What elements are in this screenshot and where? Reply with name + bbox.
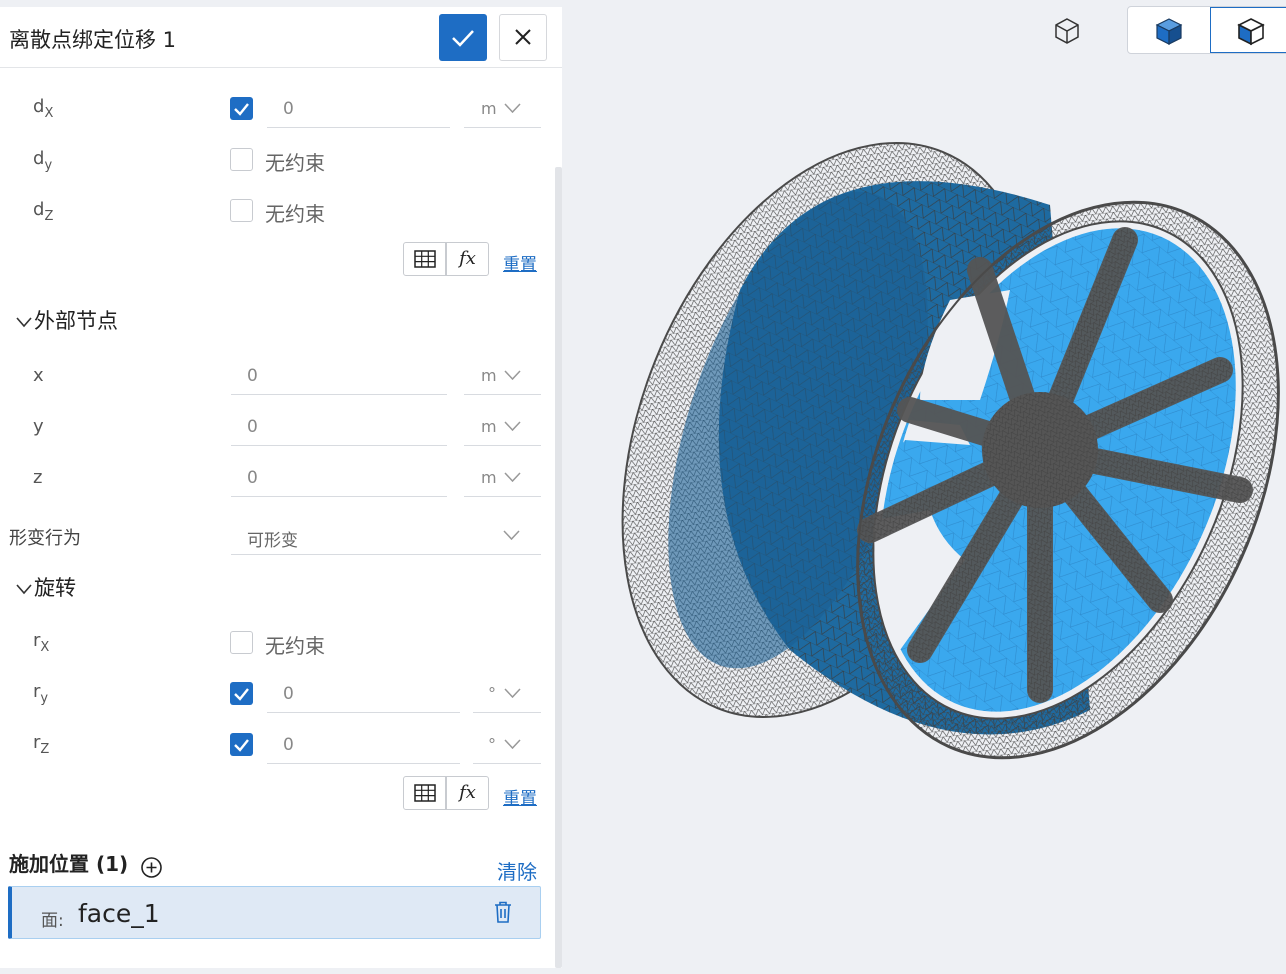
- dx-checkbox[interactable]: [230, 97, 253, 120]
- z-input[interactable]: 0: [231, 459, 447, 497]
- x-unit-select[interactable]: m: [464, 357, 541, 395]
- dx-label: dX: [33, 96, 54, 121]
- solid-view-button[interactable]: [1128, 7, 1210, 53]
- chevron-down-icon: [504, 103, 521, 114]
- chevron-down-icon: [16, 317, 32, 328]
- add-circle-icon[interactable]: [140, 856, 163, 879]
- table-button-rotation[interactable]: [403, 776, 446, 810]
- dz-label: dZ: [33, 199, 54, 224]
- dy-unconstrained-text: 无约束: [265, 151, 325, 175]
- y-unit-select[interactable]: m: [464, 408, 541, 446]
- table-button[interactable]: [403, 242, 446, 276]
- chevron-down-icon: [504, 688, 521, 699]
- confirm-button[interactable]: [439, 14, 487, 61]
- solid-cube-icon: [1155, 18, 1183, 45]
- mesh-wheel-model[interactable]: [620, 90, 1286, 760]
- dy-label: dy: [33, 148, 53, 173]
- dz-checkbox[interactable]: [230, 199, 253, 222]
- deform-select[interactable]: 可形变: [231, 517, 541, 555]
- chevron-down-icon: [16, 584, 32, 595]
- rz-label: rZ: [33, 732, 50, 757]
- check-icon: [234, 688, 249, 701]
- y-label: y: [33, 416, 44, 437]
- z-unit-select[interactable]: m: [464, 459, 541, 497]
- fx-icon: fx: [459, 782, 476, 803]
- chevron-down-icon: [504, 472, 521, 483]
- chevron-down-icon: [503, 530, 520, 541]
- item-type-label: 面:: [41, 911, 64, 931]
- solid-edges-cube-icon: [1237, 18, 1265, 46]
- chevron-down-icon: [504, 739, 521, 750]
- clear-link[interactable]: 清除: [497, 856, 537, 885]
- z-label: z: [33, 467, 43, 488]
- panel-header: 离散点绑定位移 1: [0, 7, 562, 68]
- dz-unconstrained-text: 无约束: [265, 202, 325, 226]
- check-icon: [234, 739, 249, 752]
- wireframe-view-button[interactable]: [1050, 14, 1084, 48]
- close-button[interactable]: [499, 14, 547, 61]
- trash-icon[interactable]: [490, 899, 516, 925]
- reset-link-displacement[interactable]: 重置: [503, 250, 537, 275]
- section-rotation[interactable]: 旋转: [14, 572, 76, 602]
- x-label: x: [33, 365, 44, 386]
- reset-link-rotation[interactable]: 重置: [503, 784, 537, 809]
- check-icon: [234, 103, 249, 116]
- ry-input[interactable]: 0: [267, 675, 460, 713]
- panel-scrollbar[interactable]: [555, 167, 562, 968]
- table-icon: [414, 784, 436, 802]
- solid-edges-view-button[interactable]: [1210, 7, 1286, 53]
- item-value: face_1: [78, 899, 160, 928]
- rz-unit-select[interactable]: °: [473, 726, 541, 764]
- deform-label: 形变行为: [9, 528, 81, 549]
- section-external-node[interactable]: 外部节点: [14, 305, 118, 335]
- dy-checkbox[interactable]: [230, 148, 253, 171]
- formula-button[interactable]: fx: [446, 242, 489, 276]
- x-input[interactable]: 0: [231, 357, 447, 395]
- rz-checkbox[interactable]: [230, 733, 253, 756]
- close-icon: [515, 29, 531, 45]
- check-icon: [452, 30, 474, 47]
- y-input[interactable]: 0: [231, 408, 447, 446]
- rx-checkbox[interactable]: [230, 631, 253, 654]
- rx-label: rX: [33, 630, 50, 655]
- fx-icon: fx: [459, 248, 476, 269]
- chevron-down-icon: [504, 421, 521, 432]
- dx-unit-select[interactable]: m: [464, 90, 541, 128]
- panel-title: 离散点绑定位移 1: [9, 28, 177, 52]
- formula-button-rotation[interactable]: fx: [446, 776, 489, 810]
- wireframe-cube-icon: [1055, 18, 1079, 44]
- ry-label: ry: [33, 681, 49, 706]
- ry-checkbox[interactable]: [230, 682, 253, 705]
- dx-input[interactable]: 0: [267, 90, 450, 128]
- view-mode-group: [1127, 6, 1286, 54]
- rz-input[interactable]: 0: [267, 726, 460, 764]
- table-icon: [414, 250, 436, 268]
- rx-unconstrained-text: 无约束: [265, 634, 325, 658]
- apply-location-title: 施加位置 (1): [9, 852, 129, 876]
- ry-unit-select[interactable]: °: [473, 675, 541, 713]
- chevron-down-icon: [504, 370, 521, 381]
- apply-location-item[interactable]: 面: face_1: [8, 886, 541, 939]
